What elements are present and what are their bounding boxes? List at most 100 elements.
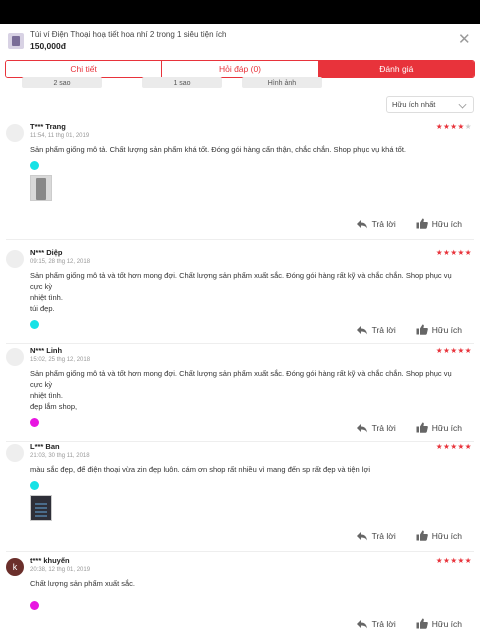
sort-selected-value: Hữu ích nhất: [392, 100, 436, 109]
review-actions: Trả lời Hữu ích: [356, 618, 462, 629]
reviewer-name: T*** Trang: [30, 122, 66, 131]
helpful-label: Hữu ích: [431, 218, 462, 229]
review-actions: Trả lời Hữu ích: [356, 218, 462, 229]
color-swatch: [30, 481, 39, 490]
thumbs-up-icon: [416, 422, 428, 433]
reply-button[interactable]: Trả lời: [356, 219, 396, 229]
review-date: 20:38, 12 thg 01, 2019: [30, 567, 91, 573]
product-thumbnail: [8, 33, 24, 49]
filter-with-images[interactable]: Hình ảnh: [242, 77, 322, 88]
reply-icon: [356, 619, 367, 628]
review-text: Sản phẩm giống mô tả và tốt hơn mong đợi…: [30, 270, 474, 314]
review-text: Sản phẩm giống mô tả. Chất lượng sản phẩ…: [30, 145, 407, 154]
reply-icon: [356, 219, 367, 228]
helpful-label: Hữu ích: [431, 324, 462, 335]
reply-button[interactable]: Trả lời: [356, 325, 396, 335]
helpful-button[interactable]: Hữu ích: [416, 618, 462, 629]
review-date: 11:54, 11 thg 01, 2019: [30, 133, 90, 139]
close-icon[interactable]: ✕: [458, 32, 471, 47]
review-body: N*** Diệp 09:15, 28 thg 12, 2018 Sản phẩ…: [30, 248, 474, 329]
review-body: N*** Linh 15:02, 25 thg 12, 2018 Sản phẩ…: [30, 346, 474, 427]
helpful-label: Hữu ích: [431, 618, 462, 629]
star-rating: ★★★★★: [435, 122, 472, 131]
review-date: 15:02, 25 thg 12, 2018: [30, 357, 91, 363]
reviewer-name: L*** Ban: [30, 442, 60, 451]
reviews-sheet: Túi ví Điện Thoại hoạ tiết hoa nhí 2 tro…: [0, 24, 480, 640]
review-text-line: túi đẹp.: [30, 304, 55, 313]
product-name: Túi ví Điện Thoại hoạ tiết hoa nhí 2 tro…: [30, 30, 227, 39]
helpful-button[interactable]: Hữu ích: [416, 422, 462, 433]
product-info: Túi ví Điện Thoại hoạ tiết hoa nhí 2 tro…: [30, 30, 472, 52]
color-swatch: [30, 161, 39, 170]
reply-button[interactable]: Trả lời: [356, 619, 396, 629]
star-rating: ★★★★★: [435, 346, 472, 355]
review-item: T*** Trang 11:54, 11 thg 01, 2019 Sản ph…: [6, 122, 474, 240]
tab-reviews[interactable]: Đánh giá: [317, 61, 474, 77]
avatar: [6, 444, 24, 462]
star-rating: ★★★★★: [435, 248, 472, 257]
review-actions: Trả lời Hữu ích: [356, 324, 462, 335]
review-photo[interactable]: [30, 495, 52, 521]
thumbs-up-icon: [416, 618, 428, 629]
avatar: [6, 348, 24, 366]
helpful-label: Hữu ích: [431, 422, 462, 433]
review-body: L*** Ban 21:03, 30 thg 11, 2018 màu sắc …: [30, 442, 474, 521]
thumbs-up-icon: [416, 218, 428, 229]
review-text: màu sắc đẹp, để điện thoại vừa zin đẹp l…: [30, 465, 371, 474]
reply-button[interactable]: Trả lời: [356, 423, 396, 433]
reviewer-name: N*** Linh: [30, 346, 63, 355]
reviewer-name: N*** Diệp: [30, 248, 63, 257]
helpful-button[interactable]: Hữu ích: [416, 218, 462, 229]
reply-icon: [356, 325, 367, 334]
filter-1-star[interactable]: 1 sao: [142, 77, 222, 88]
review-text: Sản phẩm giống mô tả và tốt hơn mong đợi…: [30, 368, 474, 412]
color-swatch: [30, 601, 39, 610]
chevron-down-icon: [458, 100, 467, 109]
thumbs-up-icon: [416, 530, 428, 541]
review-photo[interactable]: [30, 175, 52, 201]
review-body: T*** Trang 11:54, 11 thg 01, 2019 Sản ph…: [30, 122, 474, 201]
helpful-button[interactable]: Hữu ích: [416, 530, 462, 541]
thumbs-up-icon: [416, 324, 428, 335]
review-item: N*** Diệp 09:15, 28 thg 12, 2018 Sản phẩ…: [6, 248, 474, 344]
reply-label: Trả lời: [371, 618, 396, 629]
review-actions: Trả lời Hữu ích: [356, 530, 462, 541]
review-text-line: nhiệt tình.: [30, 293, 63, 302]
review-body: t*** khuyến 20:38, 12 thg 01, 2019 Chất …: [30, 556, 474, 610]
sort-dropdown[interactable]: Hữu ích nhất: [386, 96, 474, 113]
review-text-line: Sản phẩm giống mô tả và tốt hơn mong đợi…: [30, 271, 452, 291]
avatar: [6, 250, 24, 268]
reviewer-name: t*** khuyến: [30, 556, 70, 565]
review-item: N*** Linh 15:02, 25 thg 12, 2018 Sản phẩ…: [6, 346, 474, 442]
review-date: 09:15, 28 thg 12, 2018: [30, 259, 91, 265]
review-item: k t*** khuyến 20:38, 12 thg 01, 2019 Chấ…: [6, 556, 474, 640]
helpful-button[interactable]: Hữu ích: [416, 324, 462, 335]
review-date: 21:03, 30 thg 11, 2018: [30, 453, 90, 459]
color-swatch: [30, 418, 39, 427]
tab-details[interactable]: Chi tiết: [6, 61, 162, 77]
star-rating: ★★★★★: [435, 442, 472, 451]
reply-label: Trả lời: [371, 422, 396, 433]
avatar: k: [6, 558, 24, 576]
review-text-line: đẹp lắm shop,: [30, 402, 78, 411]
reply-label: Trả lời: [371, 530, 396, 541]
reply-icon: [356, 531, 367, 540]
star-rating: ★★★★★: [435, 556, 472, 565]
product-header: Túi ví Điện Thoại hoạ tiết hoa nhí 2 tro…: [0, 24, 480, 56]
filter-2-stars[interactable]: 2 sao: [22, 77, 102, 88]
tab-bar: Chi tiết Hỏi đáp (0) Đánh giá: [5, 60, 475, 78]
review-actions: Trả lời Hữu ích: [356, 422, 462, 433]
color-swatch: [30, 320, 39, 329]
avatar: [6, 124, 24, 142]
product-price: 150,000đ: [30, 41, 66, 51]
helpful-label: Hữu ích: [431, 530, 462, 541]
review-text-line: Sản phẩm giống mô tả và tốt hơn mong đợi…: [30, 369, 452, 389]
review-text-line: nhiệt tình.: [30, 391, 63, 400]
reply-label: Trả lời: [371, 218, 396, 229]
reply-label: Trả lời: [371, 324, 396, 335]
review-item: L*** Ban 21:03, 30 thg 11, 2018 màu sắc …: [6, 442, 474, 552]
tab-questions[interactable]: Hỏi đáp (0): [161, 61, 318, 77]
rating-filters: 2 sao 1 sao Hình ảnh: [0, 77, 480, 94]
reply-button[interactable]: Trả lời: [356, 531, 396, 541]
review-text: Chất lượng sản phẩm xuất sắc.: [30, 579, 135, 588]
